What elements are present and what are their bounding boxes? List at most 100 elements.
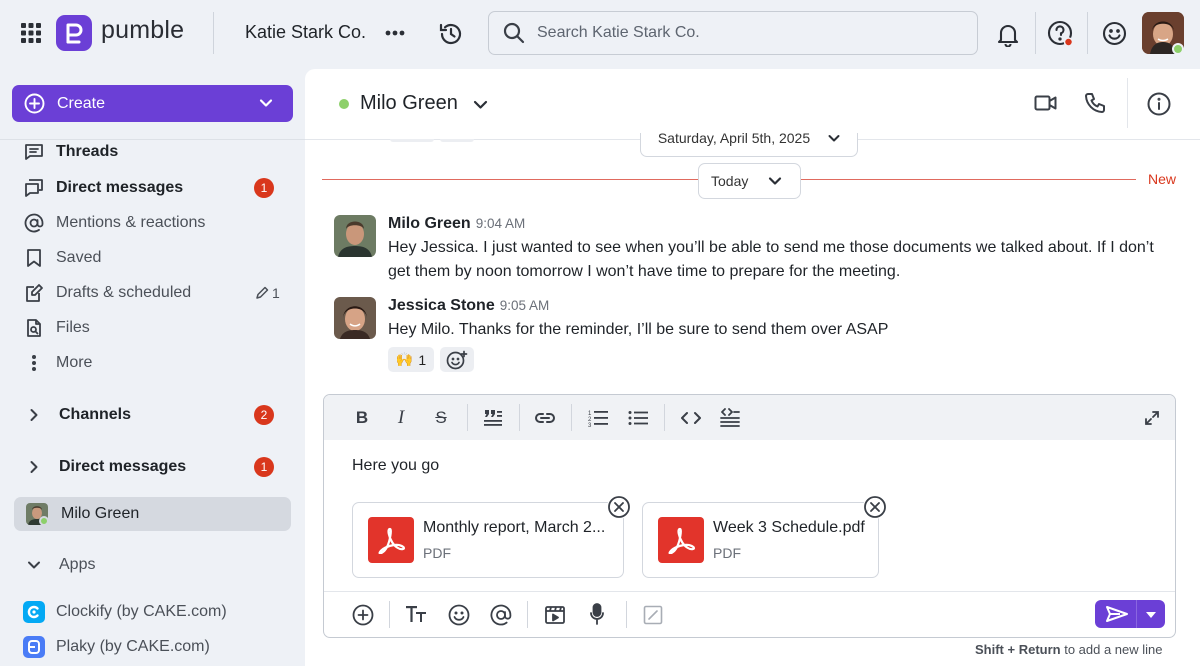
remove-attachment-icon[interactable] [607, 495, 631, 519]
code-block-icon[interactable] [718, 406, 742, 430]
sidebar-item-files[interactable]: Files [22, 315, 282, 341]
svg-text:3: 3 [588, 423, 592, 427]
chevron-down-icon [22, 560, 46, 570]
threads-icon [22, 142, 46, 162]
attachment-card[interactable]: Monthly report, March 2... PDF [352, 495, 631, 578]
divider [467, 404, 468, 431]
online-status-dot [39, 516, 49, 526]
unread-badge: 1 [254, 457, 274, 477]
chevron-down-icon [259, 96, 273, 110]
divider [664, 404, 665, 431]
chevron-down-icon [768, 176, 782, 186]
sidebar-item-label: Drafts & scheduled [56, 284, 192, 301]
message-text: Hey Milo. Thanks for the reminder, I’ll … [388, 321, 889, 338]
section-label: Direct messages [59, 458, 187, 475]
sidebar-section-direct-messages[interactable]: Direct messages [22, 454, 282, 480]
emoji-status-icon[interactable] [1101, 20, 1127, 46]
pdf-icon [658, 517, 704, 563]
attachment-card[interactable]: Week 3 Schedule.pdf PDF [642, 495, 887, 578]
sidebar-item-direct-messages[interactable]: Direct messages [22, 175, 282, 201]
expand-icon[interactable] [1140, 406, 1164, 430]
unread-badge: 1 [254, 178, 274, 198]
sidebar-item-saved[interactable]: Saved [22, 245, 282, 271]
chevron-down-icon[interactable] [473, 99, 488, 111]
emoji-icon[interactable] [448, 604, 470, 626]
strikethrough-icon[interactable]: S [429, 406, 453, 430]
divider [213, 12, 214, 54]
add-reaction-button[interactable] [440, 347, 474, 372]
avatar[interactable] [334, 297, 376, 339]
search-bar[interactable] [488, 11, 978, 55]
message-text: Hey Jessica. I just wanted to see when y… [388, 239, 1154, 280]
remove-attachment-icon[interactable] [863, 495, 887, 519]
history-icon[interactable] [437, 20, 465, 48]
sidebar-item-milo-green[interactable]: Milo Green [14, 497, 291, 531]
workspace-name[interactable]: Katie Stark Co. [245, 22, 366, 43]
reaction-fragment [390, 139, 434, 142]
more-vertical-icon [22, 354, 46, 372]
sidebar-app-clockify[interactable]: Clockify (by CAKE.com) [22, 599, 282, 625]
chevron-right-icon [22, 460, 46, 474]
sidebar-item-label: Saved [56, 249, 102, 266]
sidebar-item-label: Mentions & reactions [56, 214, 206, 231]
code-icon[interactable] [679, 406, 703, 430]
message-author[interactable]: Milo Green 9:04 AM [388, 215, 525, 233]
today-pill[interactable]: Today [698, 163, 801, 199]
link-icon[interactable] [533, 406, 557, 430]
apps-grid-icon[interactable] [18, 20, 44, 46]
plaky-icon [22, 636, 46, 658]
bulleted-list-icon[interactable] [626, 406, 650, 430]
dm-name: Milo Green [61, 505, 140, 522]
italic-icon[interactable]: I [389, 406, 413, 430]
message-author[interactable]: Jessica Stone 9:05 AM [388, 297, 549, 315]
create-button[interactable]: Create [12, 85, 293, 122]
app-label: Clockify (by CAKE.com) [56, 603, 227, 620]
pencil-icon [255, 286, 269, 300]
sidebar-item-mentions[interactable]: Mentions & reactions [22, 210, 282, 236]
at-sign-icon [22, 213, 46, 233]
direct-messages-icon [22, 178, 46, 198]
chevron-down-icon[interactable] [1145, 611, 1157, 619]
text-format-icon[interactable] [406, 605, 428, 623]
message-composer[interactable]: B I S 123 Here you go Monthly report, Ma… [323, 394, 1176, 638]
sidebar-item-drafts[interactable]: Drafts & scheduled [22, 280, 282, 306]
composer-divider [324, 591, 1175, 592]
phone-icon[interactable] [1084, 92, 1106, 114]
sidebar-section-channels[interactable]: Channels [22, 402, 282, 428]
video-clip-icon[interactable] [544, 604, 566, 626]
create-label: Create [57, 94, 106, 112]
section-label: Channels [59, 406, 132, 423]
sidebar-item-threads[interactable]: Threads [22, 139, 282, 165]
attachment-name: Monthly report, March 2... [423, 519, 606, 536]
bold-icon[interactable]: B [350, 406, 374, 430]
date-pill[interactable]: Saturday, April 5th, 2025 [640, 133, 858, 157]
help-icon[interactable] [1047, 20, 1075, 48]
mention-icon[interactable] [490, 604, 512, 626]
search-input[interactable] [537, 24, 957, 42]
sidebar-section-apps[interactable]: Apps [22, 552, 282, 578]
attachment-name: Week 3 Schedule.pdf [713, 519, 865, 536]
sidebar-app-plaky[interactable]: Plaky (by CAKE.com) [22, 634, 282, 660]
slash-command-icon[interactable] [643, 605, 663, 625]
reaction-chip[interactable]: 🙌 1 [388, 347, 434, 372]
bell-icon[interactable] [995, 20, 1021, 48]
send-button[interactable] [1095, 600, 1165, 628]
numbered-list-icon[interactable]: 123 [586, 406, 610, 430]
conversation-title[interactable]: Milo Green [360, 92, 458, 115]
blockquote-icon[interactable] [481, 406, 505, 430]
divider [1087, 12, 1088, 54]
more-horizontal-icon[interactable] [383, 22, 407, 44]
plus-circle-icon [24, 93, 45, 114]
plus-circle-icon[interactable] [352, 604, 374, 626]
section-label: Apps [59, 556, 96, 573]
sidebar-item-more[interactable]: More [22, 350, 282, 376]
composer-text[interactable]: Here you go [352, 457, 439, 475]
online-status-dot [339, 99, 349, 109]
drafts-icon [22, 283, 46, 303]
avatar[interactable] [334, 215, 376, 257]
video-call-icon[interactable] [1034, 93, 1058, 113]
pumble-logo-icon [56, 15, 92, 51]
unread-badge: 2 [254, 405, 274, 425]
microphone-icon[interactable] [589, 603, 605, 625]
info-icon[interactable] [1147, 92, 1171, 116]
